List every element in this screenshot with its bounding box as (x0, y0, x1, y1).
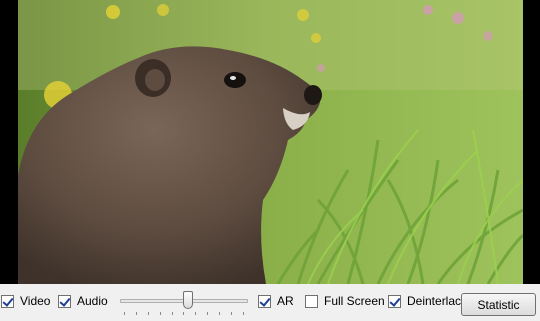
fullscreen-checkbox-label: Full Screen (324, 294, 385, 308)
video-checkbox-box[interactable] (1, 294, 14, 308)
video-frame-marmot (18, 0, 523, 284)
volume-slider[interactable] (120, 288, 248, 316)
deinterlace-checkbox-box[interactable] (388, 294, 401, 308)
ar-checkbox-box[interactable] (258, 294, 271, 308)
statistic-button[interactable]: Statistic (461, 293, 536, 316)
marmot-video-image (18, 0, 523, 284)
ar-checkbox[interactable]: AR (258, 293, 294, 309)
video-checkbox[interactable]: Video (1, 293, 50, 309)
deinterlace-checkbox-label: Deinterlace (407, 294, 468, 308)
deinterlace-checkbox[interactable]: Deinterlace (388, 293, 468, 309)
ar-checkbox-label: AR (277, 294, 294, 308)
video-display[interactable] (0, 0, 540, 284)
volume-slider-thumb[interactable] (183, 291, 193, 309)
audio-checkbox[interactable]: Audio (58, 293, 108, 309)
volume-slider-ticks (124, 312, 244, 315)
audio-checkbox-box[interactable] (58, 294, 71, 308)
control-bar: Video Audio AR Full Screen Deinterlace S… (0, 284, 540, 321)
audio-checkbox-label: Audio (77, 294, 108, 308)
fullscreen-checkbox[interactable]: Full Screen (305, 293, 385, 309)
fullscreen-checkbox-box[interactable] (305, 294, 318, 308)
video-checkbox-label: Video (20, 294, 51, 308)
